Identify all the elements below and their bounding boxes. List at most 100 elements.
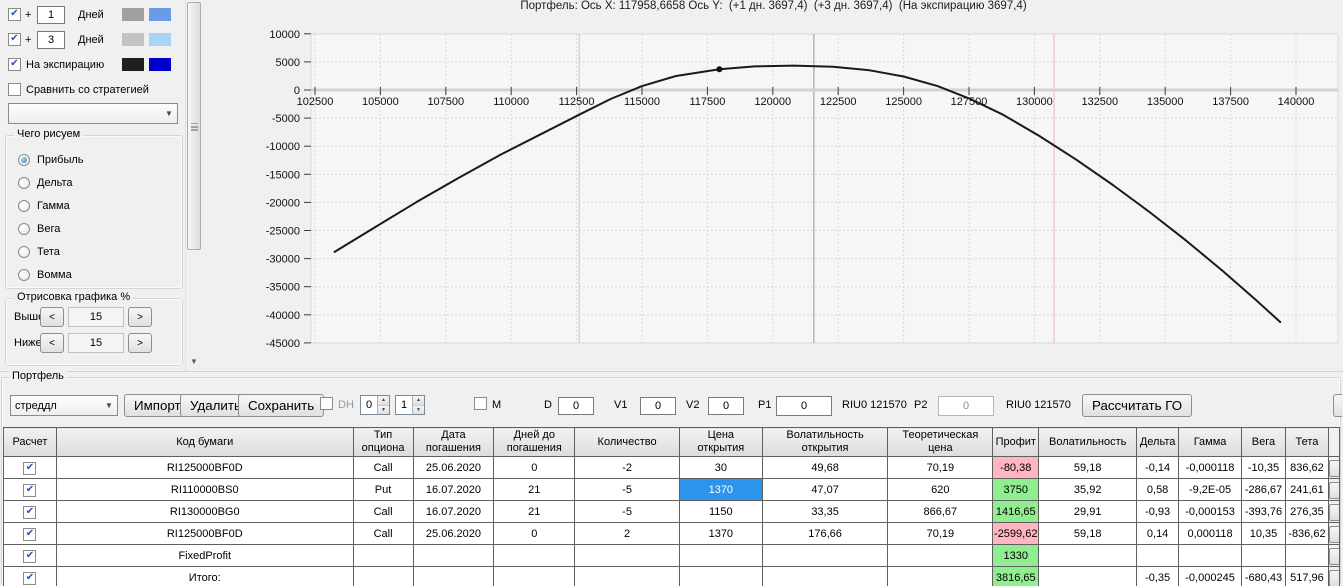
v1-field-input[interactable]: 0 [640, 397, 676, 415]
table-cell[interactable] [887, 566, 994, 586]
table-cell[interactable] [678, 544, 763, 567]
table-cell[interactable]: -80,38 [992, 456, 1040, 479]
table-cell[interactable] [1241, 544, 1286, 567]
table-cell[interactable]: 176,66 [761, 522, 889, 545]
plus3-day-input[interactable]: 3 [37, 31, 65, 49]
row-checkbox[interactable] [23, 505, 37, 519]
scrollbar-thumb[interactable] [187, 2, 201, 250]
table-cell[interactable] [574, 566, 680, 586]
table-cell[interactable]: RI125000BF0D [55, 456, 354, 479]
dh-spinner-2[interactable]: 1 ▲ ▼ [395, 395, 425, 415]
table-cell[interactable]: -2 [574, 456, 680, 479]
radio-option-гамма[interactable]: Гамма [18, 198, 70, 214]
radio-option-дельта[interactable]: Дельта [18, 175, 73, 191]
column-header[interactable]: Тип опциона [352, 427, 414, 457]
table-cell[interactable]: 16.07.2020 [412, 478, 495, 501]
compare-strategy-checkbox[interactable] [8, 83, 21, 96]
dh-spinner-1[interactable]: 0 ▲ ▼ [360, 395, 390, 415]
table-cell[interactable]: -393,76 [1241, 500, 1286, 523]
radio-icon[interactable] [18, 246, 30, 258]
column-header[interactable]: Теоретическая цена [887, 427, 994, 457]
expiration-checkbox[interactable] [8, 58, 21, 71]
table-cell[interactable]: 35,92 [1038, 478, 1138, 501]
spinner-arrows-icon[interactable]: ▲ ▼ [412, 396, 424, 414]
clipped-row-button[interactable] [1329, 481, 1339, 499]
radio-option-вомма[interactable]: Вомма [18, 267, 72, 283]
table-cell[interactable]: FixedProfit [55, 544, 354, 567]
row-select-cell[interactable] [3, 544, 57, 567]
table-cell[interactable]: 1416,65 [992, 500, 1040, 523]
table-cell[interactable]: Итого: [55, 566, 354, 586]
table-cell[interactable]: 276,35 [1284, 500, 1329, 523]
table-cell[interactable]: 241,61 [1284, 478, 1329, 501]
table-cell[interactable]: Call [352, 456, 414, 479]
row-select-cell[interactable] [3, 478, 57, 501]
d-field-input[interactable]: 0 [558, 397, 594, 415]
table-cell[interactable]: -2599,62 [992, 522, 1040, 545]
table-cell[interactable]: 0 [493, 456, 576, 479]
table-cell[interactable]: -0,93 [1136, 500, 1180, 523]
table-cell[interactable]: 70,19 [887, 522, 994, 545]
radio-icon[interactable] [18, 269, 30, 281]
table-cell[interactable]: -836,62 [1284, 522, 1329, 545]
column-header[interactable]: Дата погашения [412, 427, 495, 457]
table-cell[interactable] [493, 544, 576, 567]
column-header[interactable]: Волатильность открытия [761, 427, 889, 457]
table-cell[interactable]: -0,000118 [1178, 456, 1242, 479]
table-cell[interactable]: 1330 [992, 544, 1040, 567]
table-cell[interactable]: RI125000BF0D [55, 522, 354, 545]
p1-field-input[interactable]: 0 [776, 396, 832, 416]
row-checkbox[interactable] [23, 461, 37, 475]
table-cell[interactable]: 29,91 [1038, 500, 1138, 523]
table-cell[interactable]: 25.06.2020 [412, 456, 495, 479]
plus1-day-checkbox[interactable] [8, 8, 21, 21]
table-cell[interactable]: 30 [678, 456, 763, 479]
table-cell[interactable] [1136, 544, 1180, 567]
table-cell[interactable]: 836,62 [1284, 456, 1329, 479]
table-cell[interactable] [761, 544, 889, 567]
table-cell[interactable]: 1370 [678, 522, 763, 545]
table-cell[interactable] [1284, 544, 1329, 567]
clipped-row-button[interactable] [1329, 525, 1339, 543]
table-cell[interactable]: Put [352, 478, 414, 501]
sidebar-scrollbar[interactable]: ▼ [185, 0, 203, 371]
row-select-cell[interactable] [3, 456, 57, 479]
table-cell[interactable]: -0,35 [1136, 566, 1180, 586]
table-cell[interactable]: -680,43 [1241, 566, 1286, 586]
column-header[interactable]: Дней до погашения [493, 427, 576, 457]
table-cell[interactable]: 3816,65 [992, 566, 1040, 586]
table-cell[interactable]: Call [352, 522, 414, 545]
row-checkbox[interactable] [23, 527, 37, 541]
table-cell[interactable]: 3750 [992, 478, 1040, 501]
table-cell[interactable]: -10,35 [1241, 456, 1286, 479]
table-cell[interactable]: 0 [493, 522, 576, 545]
table-cell[interactable]: 25.06.2020 [412, 522, 495, 545]
column-header[interactable]: Гамма [1178, 427, 1242, 457]
plus3-day-checkbox[interactable] [8, 33, 21, 46]
column-header[interactable]: Дельта [1136, 427, 1180, 457]
portfolio-combobox[interactable]: стреддл ▼ [10, 395, 118, 416]
table-cell[interactable]: -0,000245 [1178, 566, 1242, 586]
row-select-cell[interactable] [3, 500, 57, 523]
table-cell[interactable]: Call [352, 500, 414, 523]
radio-icon[interactable] [18, 223, 30, 235]
spinner-arrows-icon[interactable]: ▲ ▼ [377, 396, 389, 414]
table-cell[interactable]: 0,58 [1136, 478, 1180, 501]
table-cell[interactable]: 47,07 [761, 478, 889, 501]
table-cell[interactable] [574, 544, 680, 567]
table-cell[interactable] [1178, 544, 1242, 567]
table-cell[interactable]: 10,35 [1241, 522, 1286, 545]
table-cell[interactable]: 70,19 [887, 456, 994, 479]
table-cell[interactable]: 866,67 [887, 500, 994, 523]
table-cell[interactable] [412, 566, 495, 586]
table-cell[interactable] [1038, 544, 1138, 567]
column-header[interactable]: Код бумаги [55, 427, 354, 457]
clipped-row-button[interactable] [1329, 503, 1339, 521]
scrollbar-down-arrow-icon[interactable]: ▼ [188, 356, 200, 368]
table-cell[interactable]: -5 [574, 500, 680, 523]
calc-margin-button[interactable]: Рассчитать ГО [1082, 394, 1193, 417]
column-header[interactable]: Вега [1241, 427, 1286, 457]
table-cell[interactable]: -5 [574, 478, 680, 501]
table-cell[interactable]: 517,96 [1284, 566, 1329, 586]
table-cell[interactable] [352, 544, 414, 567]
